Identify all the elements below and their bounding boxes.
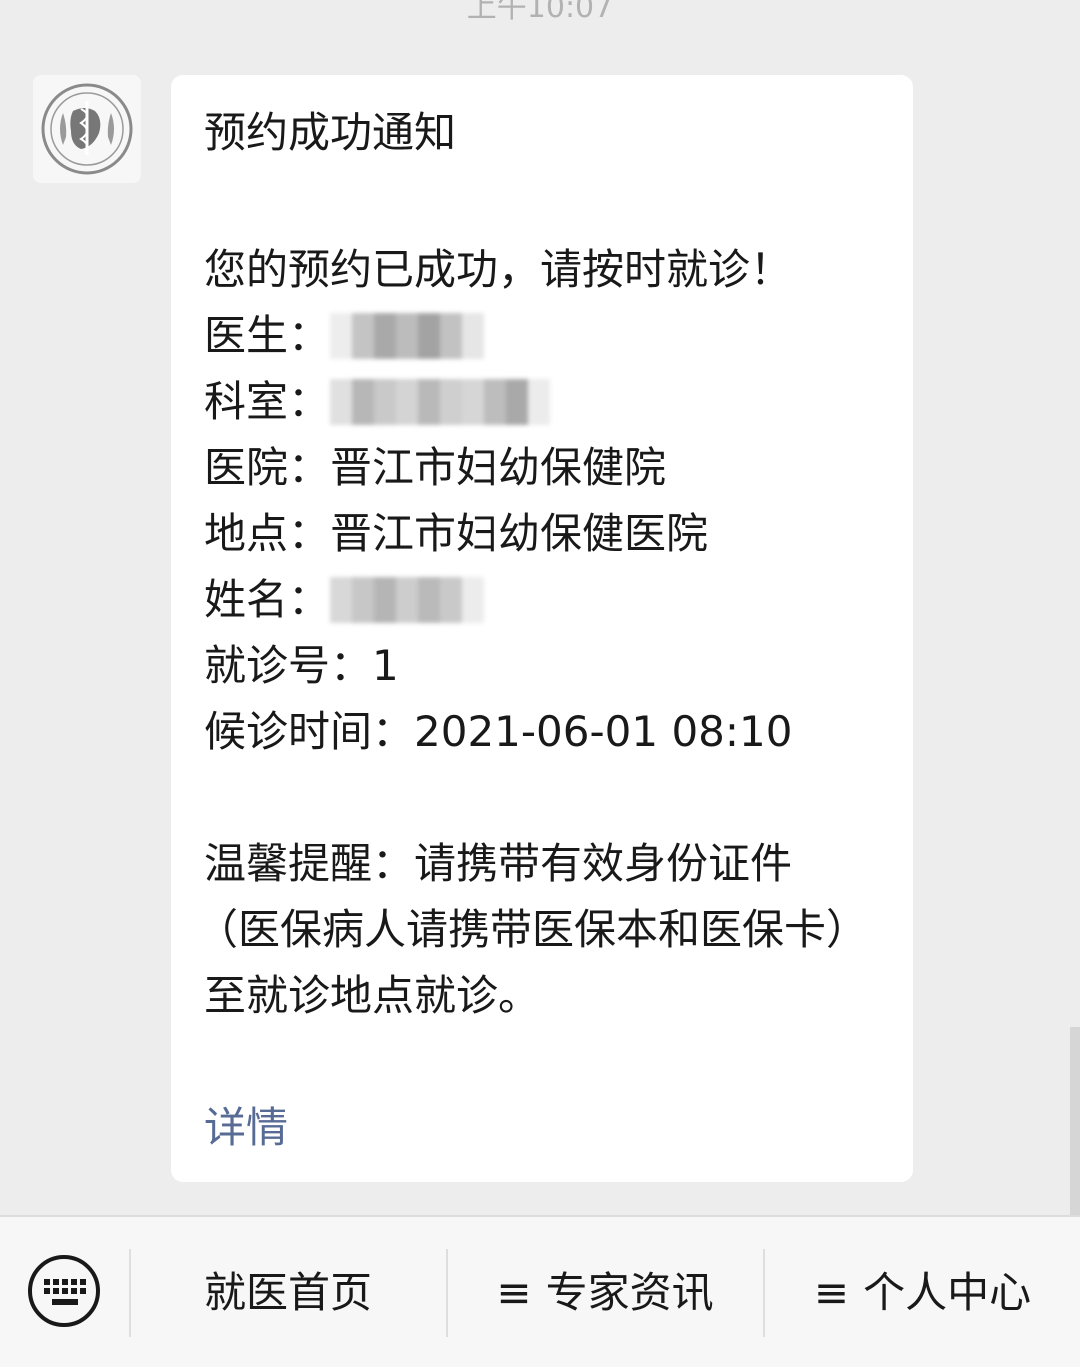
service-account-menu-bar: 就医首页 ≡ 专家资讯 ≡ 个人中心 (0, 1215, 1080, 1367)
scrollbar-thumb[interactable] (1070, 1027, 1080, 1217)
reminder-line-1: 温馨提醒：请携带有效身份证件 (204, 839, 793, 888)
wait-time-value: 2021-06-01 08:10 (414, 707, 793, 756)
menu-item-label: 个人中心 (863, 1268, 1032, 1317)
greeting-line: 您的预约已成功，请按时就诊！ (204, 245, 793, 294)
visit-number-label: 就诊号： (204, 641, 373, 690)
wait-time-label: 候诊时间： (204, 707, 415, 756)
visit-number-value: 1 (372, 641, 399, 690)
name-row: 姓名： (204, 567, 894, 633)
doctor-label: 医生： (204, 311, 331, 360)
menu-item-expert-news[interactable]: ≡ 专家资讯 (448, 1217, 762, 1367)
reminder-line-3: 至就诊地点就诊。 (204, 971, 541, 1020)
doctor-row: 医生： (204, 303, 894, 369)
hospital-value: 晋江市妇幼保健院 (330, 443, 667, 492)
department-label: 科室： (204, 377, 331, 426)
visit-number-row: 就诊号：1 (204, 633, 894, 699)
details-link[interactable]: 详情 (204, 1100, 288, 1156)
department-value-redacted (330, 378, 551, 425)
hospital-row: 医院：晋江市妇幼保健院 (204, 435, 894, 501)
keyboard-icon (28, 1255, 100, 1327)
menu-item-home[interactable]: 就医首页 (131, 1217, 445, 1367)
message-timestamp: 上午10:07 (466, 0, 614, 25)
hospital-label: 医院： (204, 443, 331, 492)
template-message-card[interactable]: 预约成功通知 您的预约已成功，请按时就诊！ 医生： 科室： 医院：晋江市妇幼保健… (171, 75, 913, 1182)
reminder-line-2: （医保病人请携带医保本和医保卡） (196, 905, 869, 954)
name-label: 姓名： (204, 575, 331, 624)
menu-item-label: 就医首页 (203, 1268, 372, 1317)
sender-avatar[interactable] (33, 75, 141, 183)
chat-screen: 上午10:07 预约成功通知 您的预约已成功，请按时就诊！ 医生： 科室： 医院… (0, 0, 1080, 1367)
health-bureau-emblem-icon (41, 83, 133, 175)
keyboard-toggle-button[interactable] (26, 1253, 102, 1329)
location-value: 晋江市妇幼保健医院 (330, 509, 709, 558)
wait-time-row: 候诊时间：2021-06-01 08:10 (204, 699, 894, 765)
location-row: 地点：晋江市妇幼保健医院 (204, 501, 894, 567)
message-body: 您的预约已成功，请按时就诊！ 医生： 科室： 医院：晋江市妇幼保健院 地点：晋江… (196, 237, 894, 1029)
name-value-redacted (330, 576, 485, 623)
menu-item-label: 专家资讯 (545, 1268, 714, 1317)
department-row: 科室： (204, 369, 894, 435)
card-title: 预约成功通知 (204, 108, 457, 157)
menu-item-personal-center[interactable]: ≡ 个人中心 (765, 1217, 1080, 1367)
submenu-icon: ≡ (813, 1268, 850, 1317)
location-label: 地点： (204, 509, 331, 558)
doctor-value-redacted (330, 312, 485, 359)
submenu-icon: ≡ (496, 1268, 532, 1317)
